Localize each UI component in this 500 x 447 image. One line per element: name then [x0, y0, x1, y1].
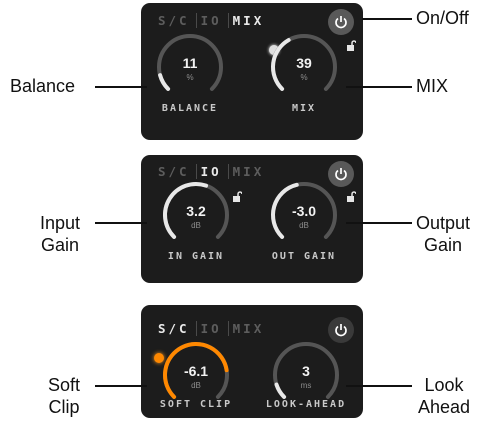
balance-value: 11	[182, 55, 198, 71]
look-ahead-value: 3	[302, 363, 310, 379]
callout-line-on-off	[362, 18, 412, 20]
in-gain-label: IN GAIN	[167, 251, 225, 262]
balance-knob[interactable]: 11 % BALANCE	[145, 25, 235, 114]
mix-label: MIX	[291, 103, 317, 114]
callout-line-look-ahead	[346, 385, 412, 387]
balance-unit: %	[186, 73, 194, 82]
out-gain-knob[interactable]: -3.0 dB OUT GAIN	[259, 173, 349, 262]
sidechain-panel: S/C IO MIX -6.1 dB SOFT CLIP 3 ms LOOK-A…	[141, 305, 363, 418]
mix-knob[interactable]: 39 % MIX	[259, 25, 349, 114]
unlock-icon[interactable]	[346, 40, 356, 52]
look-ahead-label: LOOK-AHEAD	[265, 399, 347, 410]
unlock-icon[interactable]	[232, 191, 242, 203]
mix-value: 39	[296, 55, 312, 71]
out-gain-unit: dB	[299, 221, 309, 230]
soft-clip-value: -6.1	[183, 363, 209, 379]
callout-soft-clip-line2: Clip	[48, 397, 80, 417]
callout-mix: MIX	[416, 76, 449, 96]
callout-input-gain-line1: Input	[40, 213, 81, 233]
callout-output-gain-line2: Gain	[424, 235, 463, 255]
mix-unit: %	[300, 73, 308, 82]
look-ahead-knob[interactable]: 3 ms LOOK-AHEAD	[261, 333, 351, 410]
out-gain-value: -3.0	[291, 203, 317, 219]
callout-line-mix	[346, 86, 412, 88]
soft-clip-label: SOFT CLIP	[159, 399, 233, 410]
callout-line-output-gain	[346, 222, 412, 224]
unlock-icon[interactable]	[346, 191, 356, 203]
callout-input-gain: Input Gain	[40, 212, 80, 256]
callout-balance: Balance	[10, 76, 76, 96]
mix-panel: S/C IO MIX 11 % BALANCE 39 % MIX	[141, 3, 363, 140]
callout-output-gain-line1: Output	[416, 213, 471, 233]
callout-output-gain: Output Gain	[416, 212, 470, 256]
in-gain-unit: dB	[191, 221, 201, 230]
callout-line-soft-clip	[95, 385, 147, 387]
callout-line-input-gain	[95, 222, 147, 224]
balance-label: BALANCE	[161, 103, 219, 114]
callout-line-balance	[95, 86, 147, 88]
callout-soft-clip: Soft Clip	[48, 374, 80, 418]
in-gain-value: 3.2	[186, 203, 206, 219]
callout-look-ahead: Look Ahead	[418, 374, 470, 418]
soft-clip-unit: dB	[191, 381, 201, 390]
callout-input-gain-line2: Gain	[41, 235, 80, 255]
callout-on-off: On/Off	[416, 8, 469, 28]
callout-soft-clip-line1: Soft	[48, 375, 81, 395]
callout-look-ahead-line1: Look	[424, 375, 464, 395]
io-panel: S/C IO MIX 3.2 dB IN GAIN -3.0 dB OUT GA…	[141, 155, 363, 283]
callout-look-ahead-line2: Ahead	[418, 397, 471, 417]
look-ahead-unit: ms	[300, 381, 312, 390]
out-gain-label: OUT GAIN	[271, 251, 337, 262]
in-gain-knob[interactable]: 3.2 dB IN GAIN	[151, 173, 241, 262]
soft-clip-knob[interactable]: -6.1 dB SOFT CLIP	[151, 333, 241, 410]
